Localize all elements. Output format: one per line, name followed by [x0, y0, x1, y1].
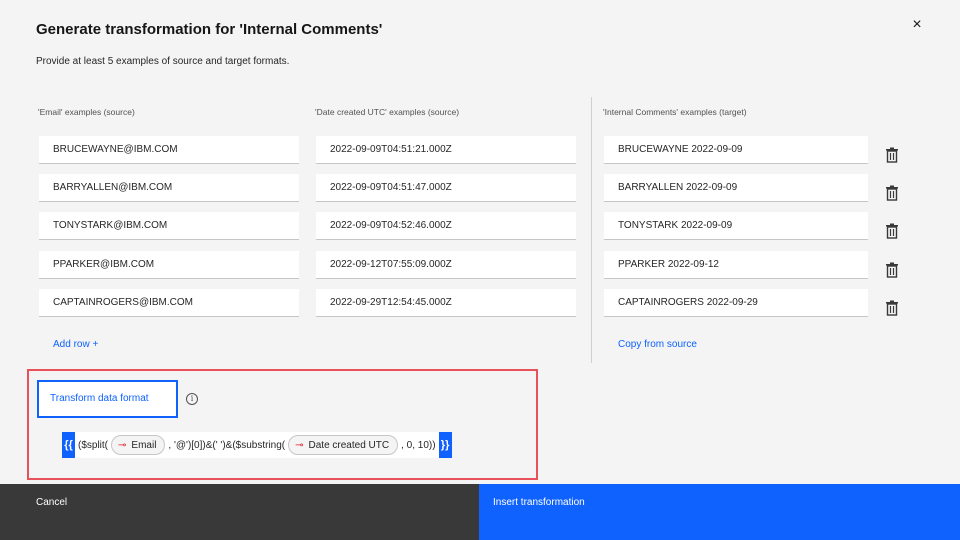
trash-icon[interactable] [885, 300, 899, 316]
field-link-icon: ⊸ [295, 439, 304, 451]
email-input[interactable]: PPARKER@IBM.COM [39, 251, 299, 279]
expression-part: , '@')[0])&(' ')&($substring( [168, 439, 286, 451]
date-input[interactable]: 2022-09-09T04:52:46.000Z [316, 212, 576, 240]
date-input[interactable]: 2022-09-09T04:51:21.000Z [316, 136, 576, 164]
dialog-title: Generate transformation for 'Internal Co… [36, 21, 383, 38]
date-input[interactable]: 2022-09-09T04:51:47.000Z [316, 174, 576, 202]
target-input[interactable]: BRUCEWAYNE 2022-09-09 [604, 136, 868, 164]
insert-transformation-button[interactable]: Insert transformation [479, 484, 960, 540]
trash-icon[interactable] [885, 185, 899, 201]
target-input[interactable]: TONYSTARK 2022-09-09 [604, 212, 868, 240]
copy-from-source-link[interactable]: Copy from source [618, 339, 697, 350]
date-field-pill[interactable]: ⊸ Date created UTC [288, 435, 399, 455]
email-input[interactable]: BRUCEWAYNE@IBM.COM [39, 136, 299, 164]
trash-icon[interactable] [885, 223, 899, 239]
close-icon[interactable]: × [908, 16, 926, 34]
dialog-footer: Cancel Insert transformation [0, 484, 960, 540]
transformation-dialog: Generate transformation for 'Internal Co… [0, 0, 960, 540]
transform-data-format-tab[interactable]: Transform data format [37, 380, 178, 418]
pill-label: Email [131, 439, 157, 451]
expression-part: ($split( [78, 439, 109, 451]
field-link-icon: ⊸ [118, 439, 127, 451]
transform-expression[interactable]: {{ ($split( ⊸ Email , '@')[0])&(' ')&($s… [62, 431, 452, 459]
email-column-label: 'Email' examples (source) [38, 107, 135, 117]
trash-icon[interactable] [885, 147, 899, 163]
expression-part: , 0, 10)) [401, 439, 436, 451]
add-row-link[interactable]: Add row + [53, 339, 98, 350]
email-input[interactable]: BARRYALLEN@IBM.COM [39, 174, 299, 202]
info-icon[interactable]: i [186, 393, 198, 405]
date-input[interactable]: 2022-09-12T07:55:09.000Z [316, 251, 576, 279]
email-input[interactable]: CAPTAINROGERS@IBM.COM [39, 289, 299, 317]
column-divider [591, 97, 592, 363]
email-field-pill[interactable]: ⊸ Email [111, 435, 166, 455]
expression-body[interactable]: ($split( ⊸ Email , '@')[0])&(' ')&($subs… [75, 432, 439, 458]
target-input[interactable]: BARRYALLEN 2022-09-09 [604, 174, 868, 202]
target-input[interactable]: CAPTAINROGERS 2022-09-29 [604, 289, 868, 317]
target-column-label: 'Internal Comments' examples (target) [603, 107, 747, 117]
date-input[interactable]: 2022-09-29T12:54:45.000Z [316, 289, 576, 317]
email-input[interactable]: TONYSTARK@IBM.COM [39, 212, 299, 240]
open-brace: {{ [62, 432, 75, 458]
cancel-button[interactable]: Cancel [0, 484, 479, 540]
target-input[interactable]: PPARKER 2022-09-12 [604, 251, 868, 279]
dialog-subtitle: Provide at least 5 examples of source an… [36, 56, 290, 67]
date-column-label: 'Date created UTC' examples (source) [315, 107, 460, 117]
close-brace: }} [438, 432, 452, 458]
trash-icon[interactable] [885, 262, 899, 278]
pill-label: Date created UTC [308, 439, 390, 451]
